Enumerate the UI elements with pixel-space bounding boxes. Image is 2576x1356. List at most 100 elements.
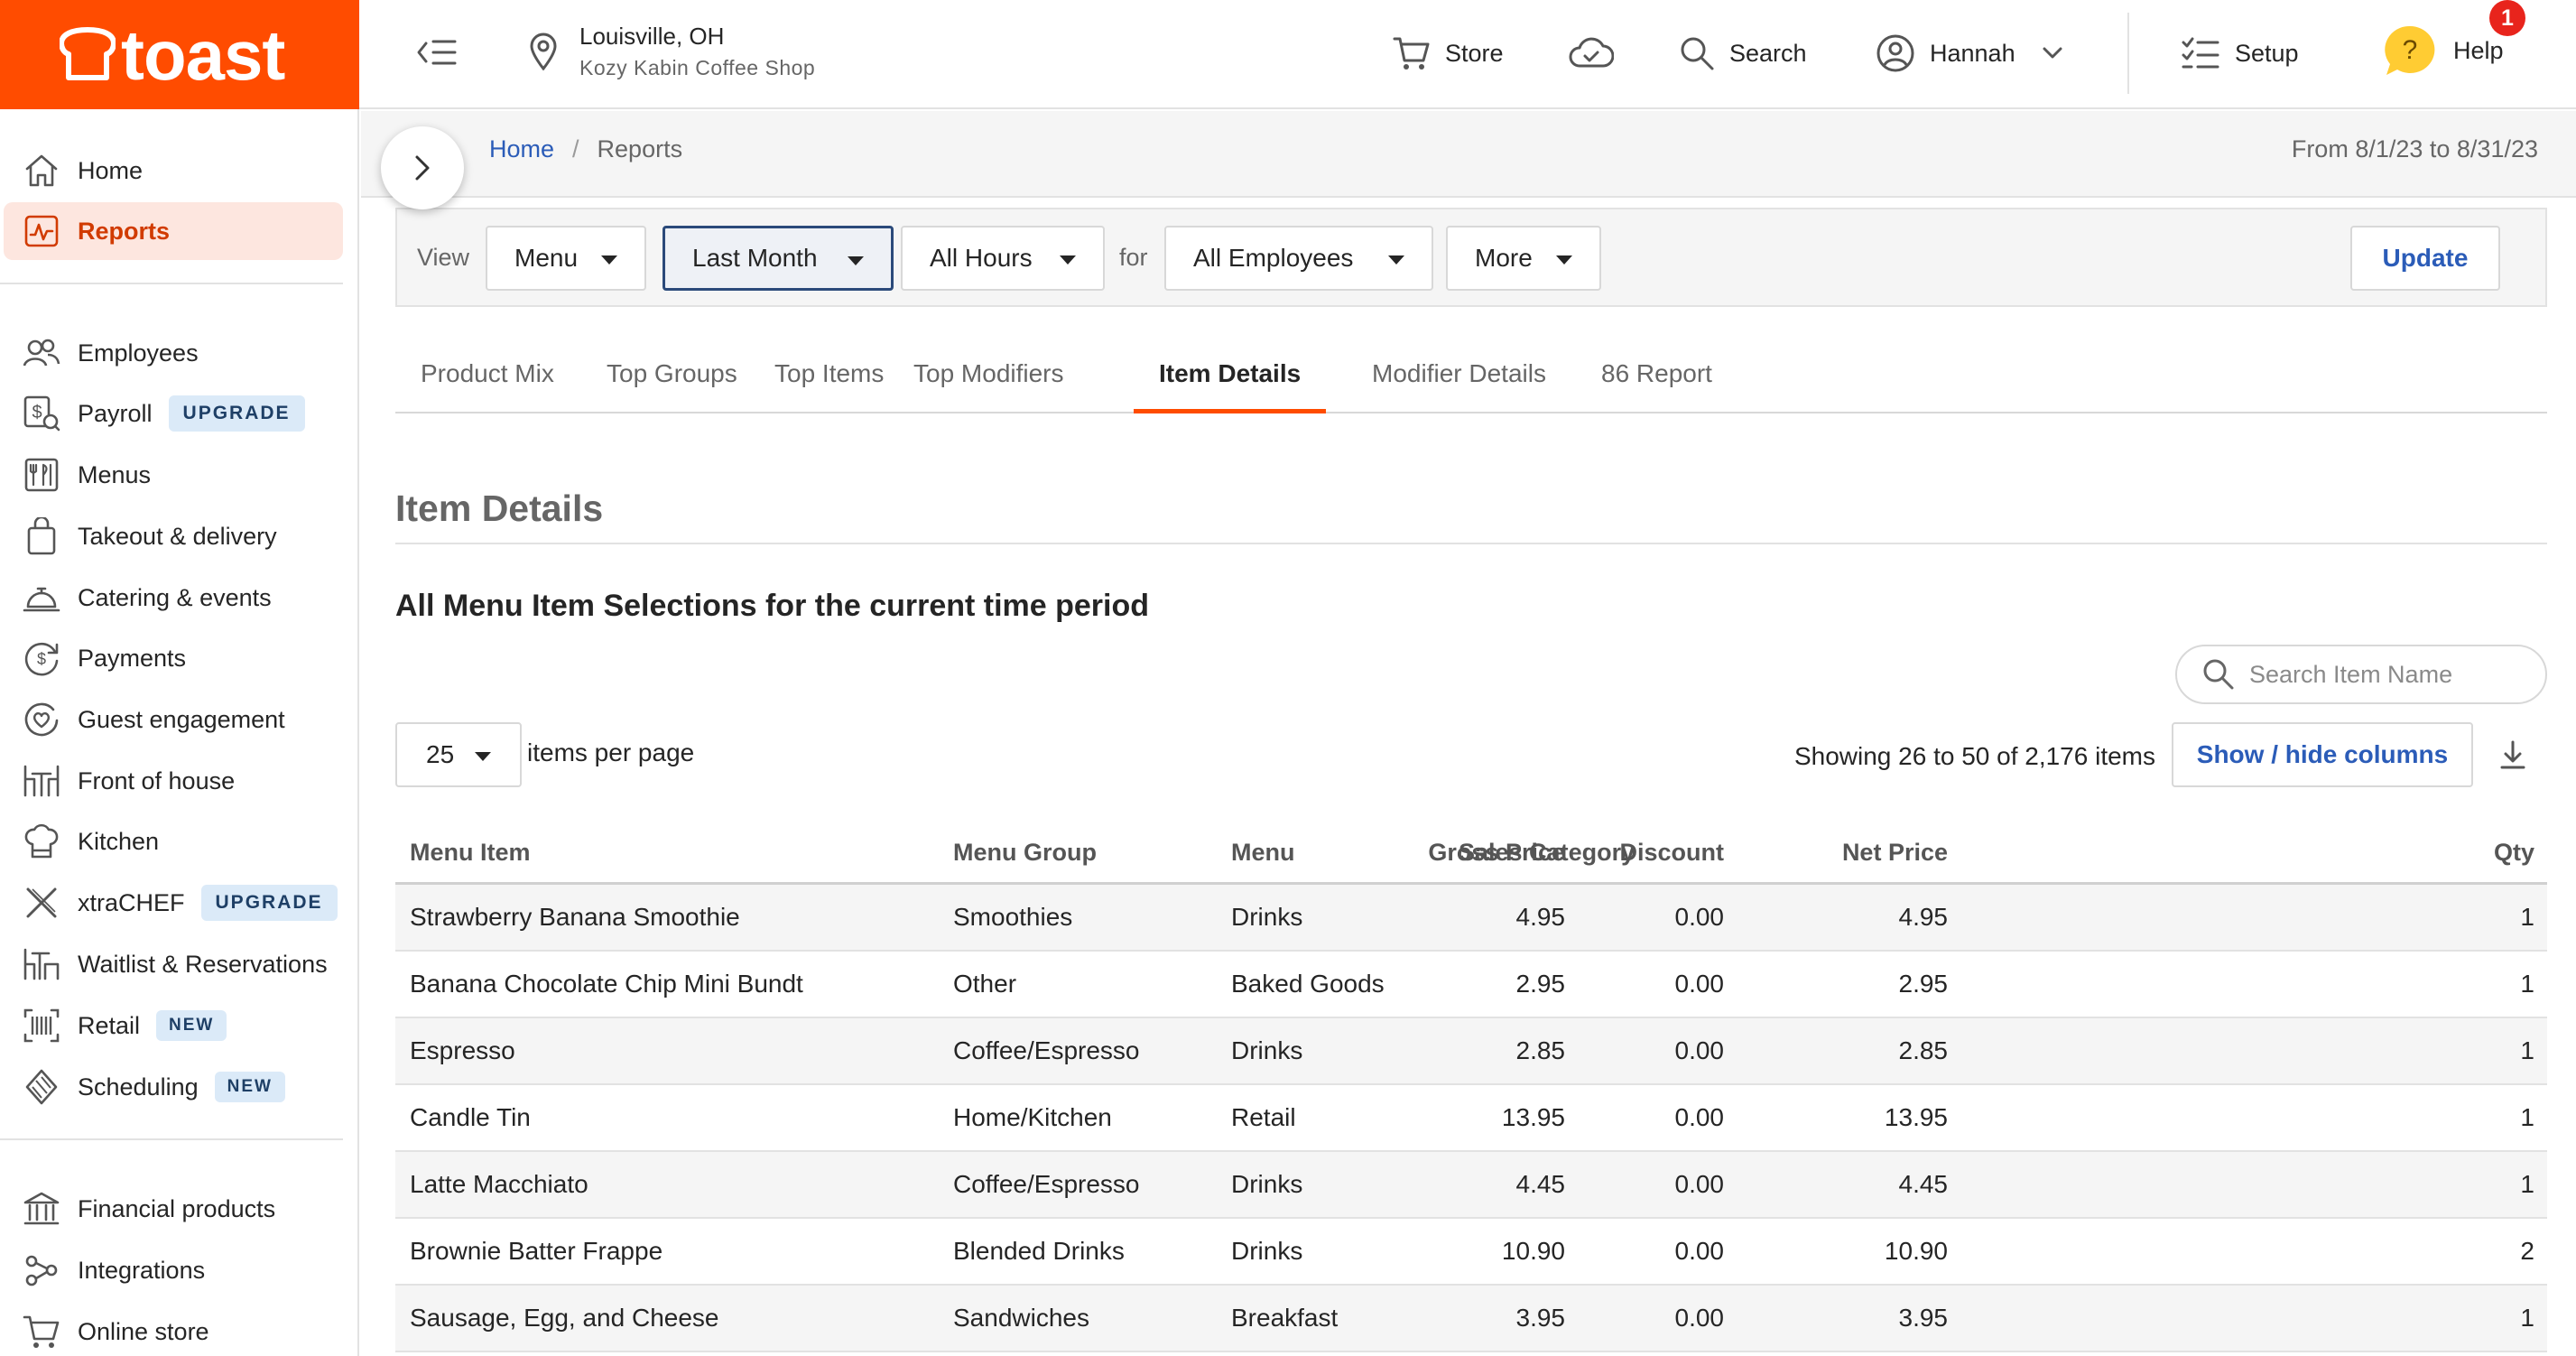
tab-modifier-details[interactable]: Modifier Details	[1347, 352, 1571, 413]
update-button[interactable]: Update	[2350, 226, 2500, 291]
integrations-icon	[22, 1250, 61, 1290]
cell-net-price: 13.95	[1884, 1103, 1948, 1131]
sidebar-item-front-of-house[interactable]: Front of house	[0, 752, 357, 810]
cell-gross-price: 2.85	[1515, 1036, 1566, 1064]
tab-top-groups[interactable]: Top Groups	[581, 352, 763, 413]
location-selector[interactable]: Louisville, OH Kozy Kabin Coffee Shop	[529, 20, 815, 83]
column-header-menu[interactable]: Menu	[1231, 823, 1295, 882]
sidebar-item-scheduling[interactable]: Scheduling NEW	[0, 1058, 357, 1116]
cell-menu: Drinks	[1231, 1170, 1303, 1198]
sidebar-item-payments[interactable]: $ Payments	[0, 629, 357, 687]
upgrade-badge: UPGRADE	[200, 885, 338, 921]
sidebar-item-integrations[interactable]: Integrations	[0, 1241, 357, 1299]
cell-menu-group: Coffee/Espresso	[953, 1036, 1140, 1064]
tab-product-mix[interactable]: Product Mix	[395, 352, 579, 413]
cell-menu-item: Candle Tin	[410, 1103, 531, 1131]
more-dropdown[interactable]: More	[1446, 226, 1601, 291]
payments-icon: $	[22, 638, 61, 678]
toast-bread-icon	[60, 26, 116, 80]
caret-down-icon	[475, 752, 491, 761]
collapse-menu-button[interactable]	[415, 34, 459, 70]
breadcrumb-home-link[interactable]: Home	[489, 135, 554, 163]
view-dropdown[interactable]: Menu	[486, 226, 646, 291]
sidebar-item-reports[interactable]: Reports	[4, 202, 343, 260]
front-of-house-icon	[22, 761, 61, 801]
item-details-table: Menu Item Menu Group Menu Sales Category…	[395, 823, 2547, 1352]
column-header-discount[interactable]: Discount	[1619, 823, 1724, 882]
sidebar-item-menus[interactable]: Menus	[0, 446, 357, 504]
column-header-qty[interactable]: Qty	[2494, 823, 2534, 882]
column-header-gross-price[interactable]: Gross Price	[1428, 823, 1565, 882]
cell-menu: Baked Goods	[1231, 970, 1385, 998]
topbar-divider	[2127, 13, 2129, 94]
sidebar-item-retail[interactable]: Retail NEW	[0, 997, 357, 1054]
column-header-net-price[interactable]: Net Price	[1842, 823, 1948, 882]
hours-dropdown[interactable]: All Hours	[901, 226, 1105, 291]
pagination-summary: Showing 26 to 50 of 2,176 items	[1793, 742, 2155, 770]
section-title: All Menu Item Selections for the current…	[395, 589, 1150, 623]
items-per-page-label: items per page	[527, 738, 695, 766]
sidebar-item-online-store[interactable]: Online store	[0, 1303, 357, 1356]
item-search-field[interactable]	[2175, 645, 2547, 704]
cell-menu-group: Other	[953, 970, 1017, 998]
table-row: Sausage, Egg, and Cheese Sandwiches Brea…	[395, 1286, 2547, 1352]
sidebar-divider	[0, 283, 343, 284]
sidebar-item-label: Menus	[78, 460, 152, 488]
sidebar-item-label: Payroll	[78, 399, 153, 427]
tab-item-details[interactable]: Item Details	[1134, 352, 1327, 413]
new-badge: NEW	[214, 1072, 285, 1102]
search-label: Search	[1729, 39, 1807, 67]
logo-text: toast	[121, 14, 285, 95]
chef-hat-icon	[22, 822, 61, 861]
sidebar-item-xtrachef[interactable]: xtraCHEF UPGRADE	[0, 874, 357, 932]
tab-top-items[interactable]: Top Items	[749, 352, 909, 413]
toast-logo[interactable]: toast	[0, 0, 359, 109]
top-navigation-bar: Louisville, OH Kozy Kabin Coffee Shop St…	[359, 0, 2576, 109]
setup-button[interactable]: Setup	[2181, 31, 2299, 76]
sidebar-item-label: Financial products	[78, 1194, 276, 1222]
download-button[interactable]	[2497, 738, 2529, 771]
cell-gross-price: 4.95	[1515, 903, 1566, 931]
items-per-page-select[interactable]: 25	[395, 722, 522, 787]
column-header-menu-item[interactable]: Menu Item	[410, 823, 531, 882]
cloud-sync-button[interactable]	[1569, 31, 1614, 76]
location-shop-name: Kozy Kabin Coffee Shop	[579, 56, 816, 79]
column-header-menu-group[interactable]: Menu Group	[953, 823, 1097, 882]
table-row: Candle Tin Home/Kitchen Retail 13.95 0.0…	[395, 1085, 2547, 1152]
store-button[interactable]: Store	[1393, 31, 1504, 76]
sidebar-item-kitchen[interactable]: Kitchen	[0, 813, 357, 870]
sidebar-item-financial-products[interactable]: Financial products	[0, 1180, 357, 1238]
svg-text:$: $	[32, 403, 42, 423]
sidebar-item-home[interactable]: Home	[0, 142, 357, 200]
sidebar-item-label: Online store	[78, 1317, 209, 1345]
cell-gross-price: 10.90	[1501, 1237, 1565, 1265]
sidebar-item-takeout-delivery[interactable]: Takeout & delivery	[0, 507, 357, 565]
help-button[interactable]: ? Help	[2381, 23, 2504, 78]
search-button[interactable]: Search	[1679, 31, 1807, 76]
sidebar-item-label: xtraCHEF	[78, 888, 185, 916]
cell-qty: 2	[2520, 1237, 2534, 1265]
sidebar-item-catering-events[interactable]: Catering & events	[0, 569, 357, 627]
sidebar-item-label: Front of house	[78, 766, 236, 794]
show-hide-columns-button[interactable]: Show / hide columns	[2172, 722, 2473, 787]
setup-label: Setup	[2235, 39, 2299, 67]
tab-86-report[interactable]: 86 Report	[1576, 352, 1737, 413]
sidebar-item-label: Waitlist & Reservations	[78, 950, 328, 978]
caret-down-icon	[601, 255, 617, 265]
period-dropdown[interactable]: Last Month	[663, 226, 894, 291]
sidebar-item-waitlist-reservations[interactable]: Waitlist & Reservations	[0, 935, 357, 993]
employees-dropdown[interactable]: All Employees	[1164, 226, 1433, 291]
cell-gross-price: 2.95	[1515, 970, 1566, 998]
tab-top-modifiers[interactable]: Top Modifiers	[888, 352, 1089, 413]
period-dropdown-value: Last Month	[692, 244, 818, 272]
item-search-input[interactable]	[2249, 660, 2538, 689]
collapse-menu-icon	[417, 40, 457, 65]
sidebar-item-guest-engagement[interactable]: Guest engagement	[0, 691, 357, 748]
cell-discount: 0.00	[1674, 903, 1725, 931]
sidebar-item-payroll[interactable]: $ Payroll UPGRADE	[0, 385, 357, 442]
breadcrumb: Home / Reports	[489, 135, 682, 163]
sidebar-item-employees[interactable]: Employees	[0, 324, 357, 382]
user-menu[interactable]: Hannah	[1876, 31, 2062, 76]
expand-sidebar-button[interactable]	[381, 126, 464, 209]
breadcrumb-bar	[361, 111, 2576, 198]
